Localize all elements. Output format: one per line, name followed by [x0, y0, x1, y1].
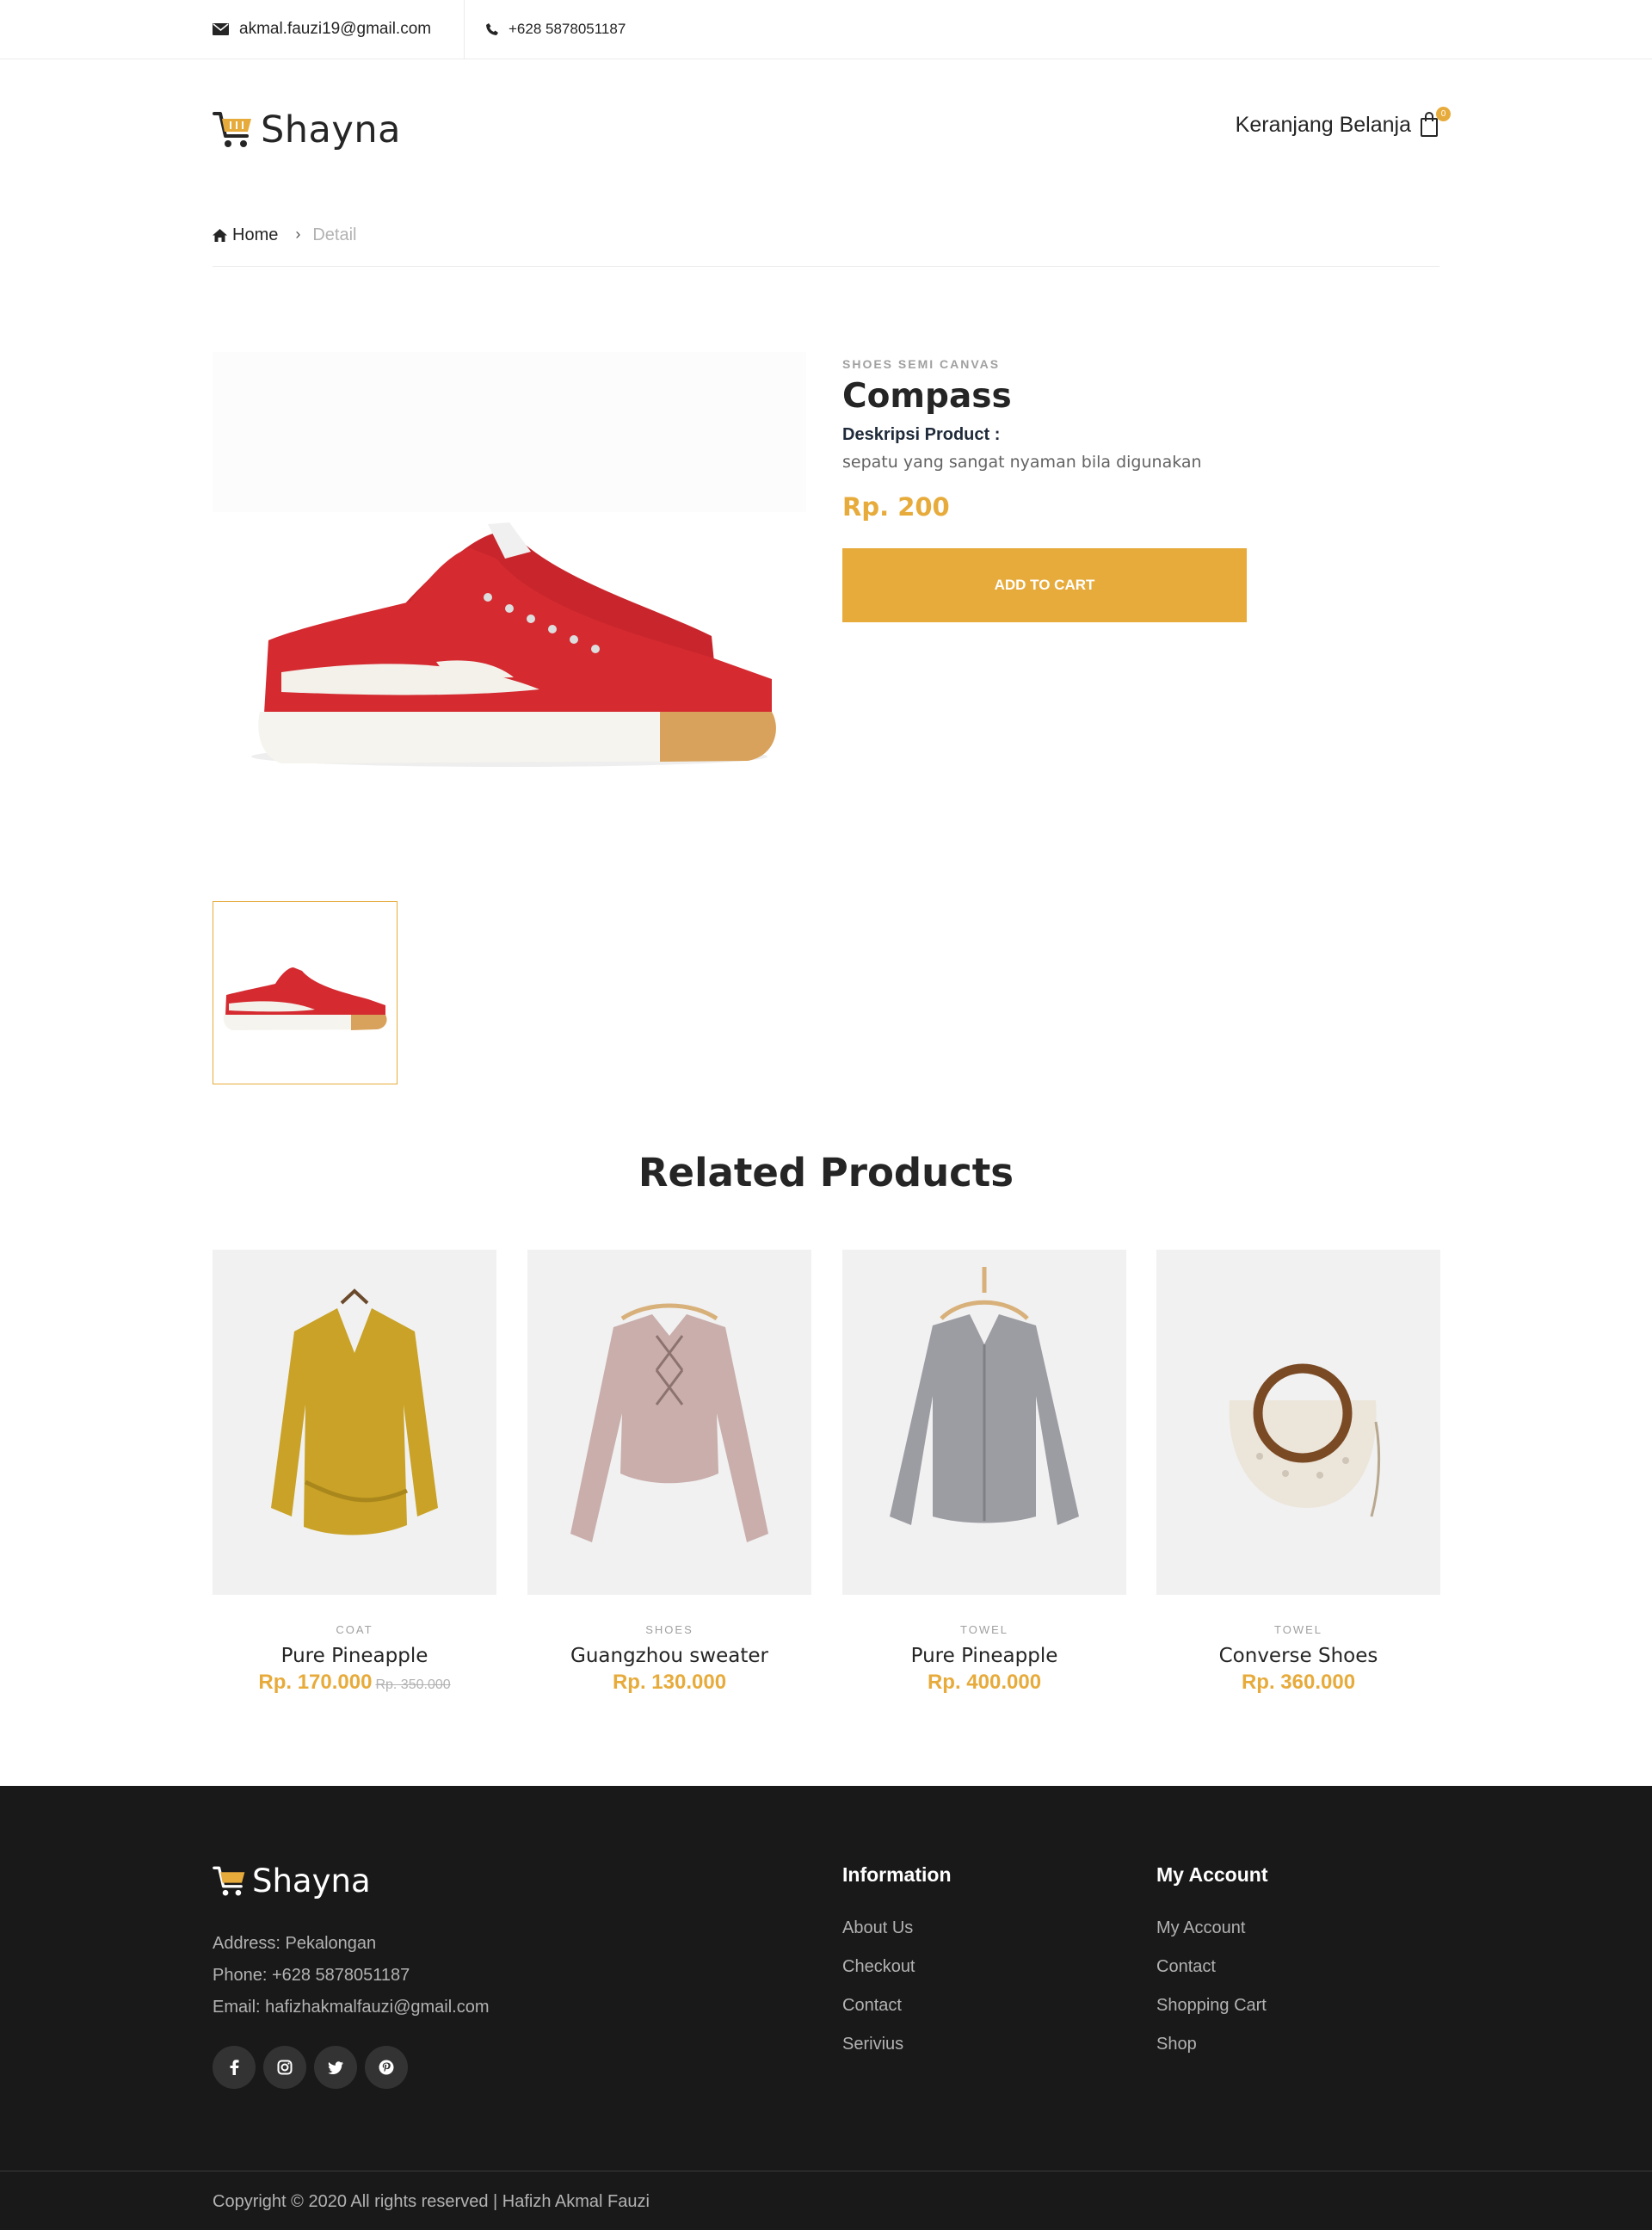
footer: Shayna Address: Pekalongan Phone: +628 5…	[0, 1786, 1652, 2230]
contact-email[interactable]: akmal.fauzi19@gmail.com	[213, 0, 465, 59]
footer-link-about-us[interactable]: About Us	[842, 1909, 952, 1948]
copyright-bar: Copyright © 2020 All rights reserved | H…	[0, 2171, 1652, 2230]
product-description: sepatu yang sangat nyaman bila digunakan	[842, 453, 1202, 472]
product-card-price-value: Rp. 170.000	[258, 1671, 373, 1694]
instagram-icon[interactable]	[263, 2046, 306, 2089]
product-title: Compass	[842, 377, 1012, 416]
shopping-bag-icon: 0	[1420, 107, 1451, 138]
product-card-category: SHOES	[645, 1623, 693, 1636]
envelope-icon	[213, 23, 229, 35]
breadcrumb-home-label: Home	[232, 225, 279, 244]
social-links	[213, 2046, 408, 2089]
beaded-bag-image	[1229, 1363, 1381, 1517]
footer-account-title: My Account	[1156, 1863, 1268, 1886]
product-card-image[interactable]	[1156, 1250, 1440, 1595]
pinterest-icon[interactable]	[365, 2046, 408, 2089]
product-card[interactable]: COAT Pure Pineapple Rp. 170.000 Rp. 350.0…	[213, 1250, 496, 1695]
mustard-sweater-image	[271, 1288, 438, 1535]
footer-information-column: Information About Us Checkout Contact Se…	[842, 1863, 952, 2064]
product-card-price: Rp. 130.000	[527, 1671, 811, 1695]
product-card-price: Rp. 400.000	[842, 1671, 1126, 1695]
footer-logo[interactable]: Shayna	[213, 1862, 371, 1900]
product-card-price-value: Rp. 360.000	[1241, 1671, 1356, 1694]
facebook-icon[interactable]	[213, 2046, 256, 2089]
red-sneaker-thumbnail-image	[223, 967, 387, 1030]
footer-link-contact[interactable]: Contact	[1156, 1948, 1268, 1986]
product-card-price-value: Rp. 400.000	[927, 1671, 1042, 1694]
brand-logo[interactable]: Shayna	[213, 108, 401, 151]
product-card[interactable]: TOWEL Converse Shoes Rp. 360.000	[1156, 1250, 1440, 1695]
top-bar: akmal.fauzi19@gmail.com +628 5878051187	[0, 0, 1652, 59]
product-card-image[interactable]	[527, 1250, 811, 1595]
product-card-name[interactable]: Guangzhou sweater	[527, 1645, 811, 1667]
product-card-old-price: Rp. 350.000	[375, 1677, 451, 1692]
product-card[interactable]: SHOES Guangzhou sweater Rp. 130.000	[527, 1250, 811, 1695]
breadcrumb-home[interactable]: Home	[213, 225, 278, 245]
footer-link-contact[interactable]: Contact	[842, 1986, 952, 2025]
footer-contact-info: Address: Pekalongan Phone: +628 58780511…	[213, 1928, 490, 2023]
brand-name: Shayna	[261, 108, 401, 151]
product-card-image[interactable]	[842, 1250, 1126, 1595]
footer-link-shop[interactable]: Shop	[1156, 2025, 1268, 2064]
footer-information-title: Information	[842, 1863, 952, 1886]
shopping-cart-link[interactable]: Keranjang Belanja 0	[1235, 107, 1451, 138]
product-thumbnail[interactable]	[213, 901, 398, 1084]
chevron-right-icon: ›	[295, 225, 301, 243]
add-to-cart-button[interactable]: ADD TO CART	[842, 548, 1247, 622]
shopping-cart-logo-icon	[213, 1866, 245, 1896]
footer-account-column: My Account My Account Contact Shopping C…	[1156, 1863, 1268, 2064]
product-price: Rp. 200	[842, 492, 950, 522]
footer-link-shopping-cart[interactable]: Shopping Cart	[1156, 1986, 1268, 2025]
footer-address: Address: Pekalongan	[213, 1934, 377, 1953]
cart-count-badge: 0	[1436, 107, 1451, 121]
footer-brand-name: Shayna	[252, 1862, 371, 1900]
product-card-name[interactable]: Pure Pineapple	[842, 1645, 1126, 1667]
product-card-category: TOWEL	[1274, 1623, 1322, 1636]
product-card[interactable]: TOWEL Pure Pineapple Rp. 400.000	[842, 1250, 1126, 1695]
twitter-icon[interactable]	[314, 2046, 357, 2089]
red-sneaker-image	[251, 522, 776, 767]
product-card-category: TOWEL	[960, 1623, 1008, 1636]
phone-icon	[486, 23, 498, 35]
contact-phone-text: +628 5878051187	[509, 21, 626, 37]
product-card-image[interactable]	[213, 1250, 496, 1595]
product-category: SHOES SEMI CANVAS	[842, 357, 1001, 371]
footer-link-checkout[interactable]: Checkout	[842, 1948, 952, 1986]
cart-label: Keranjang Belanja	[1235, 112, 1411, 137]
copyright-text: Copyright © 2020 All rights reserved | H…	[213, 2192, 650, 2211]
footer-link-serivius[interactable]: Serivius	[842, 2025, 952, 2064]
footer-phone: Phone: +628 5878051187	[213, 1966, 410, 1985]
grey-cardigan-image	[890, 1267, 1079, 1525]
pink-sweater-image	[570, 1303, 768, 1542]
home-icon	[213, 229, 227, 242]
product-card-category: COAT	[336, 1623, 373, 1636]
breadcrumb: Home › Detail	[213, 225, 1439, 267]
product-description-label: Deskripsi Product :	[842, 425, 1001, 444]
product-card-name[interactable]: Converse Shoes	[1156, 1645, 1440, 1667]
footer-link-my-account[interactable]: My Account	[1156, 1909, 1268, 1948]
product-main-image[interactable]	[213, 352, 806, 800]
product-card-price-value: Rp. 130.000	[612, 1671, 727, 1694]
contact-email-text: akmal.fauzi19@gmail.com	[239, 20, 432, 38]
contact-phone[interactable]: +628 5878051187	[486, 0, 626, 59]
product-card-name[interactable]: Pure Pineapple	[213, 1645, 496, 1667]
breadcrumb-current: Detail	[312, 225, 357, 244]
shopping-cart-logo-icon	[213, 112, 251, 147]
product-card-price: Rp. 170.000 Rp. 350.000	[213, 1671, 496, 1695]
related-products-title: Related Products	[638, 1150, 1014, 1195]
footer-email: Email: hafizhakmalfauzi@gmail.com	[213, 1998, 490, 2017]
product-card-price: Rp. 360.000	[1156, 1671, 1440, 1695]
